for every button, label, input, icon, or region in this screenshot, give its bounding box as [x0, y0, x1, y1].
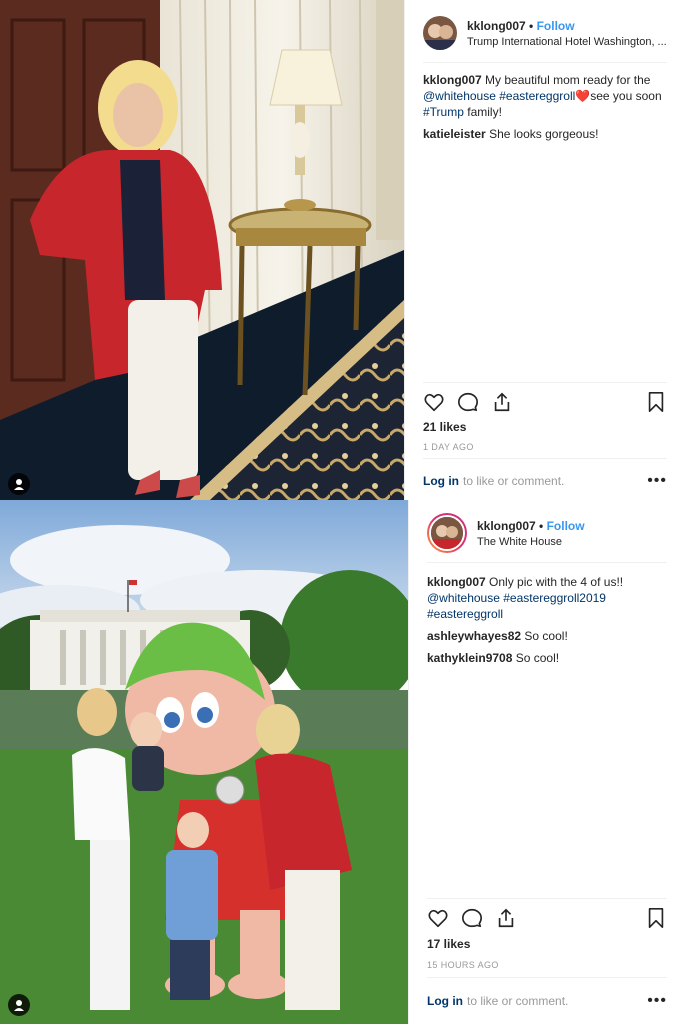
comments-section: kklong007 My beautiful mom ready for the…: [423, 72, 669, 148]
username[interactable]: kklong007: [467, 19, 526, 33]
post-1-photo[interactable]: [0, 0, 404, 500]
like-count[interactable]: 21 likes: [423, 420, 466, 434]
comment: ashleywhayes82 So cool!: [427, 628, 669, 644]
actions-divider: [423, 382, 667, 383]
caption: kklong007 My beautiful mom ready for the…: [423, 72, 669, 120]
caption-text-3: family!: [467, 105, 502, 119]
post-2-sidebar: kklong007 • Follow The White House kklon…: [408, 500, 683, 1024]
header-divider: [423, 62, 667, 63]
user-tag-icon[interactable]: [8, 994, 30, 1016]
post-1-sidebar: kklong007 • Follow Trump International H…: [404, 0, 683, 500]
comment-username[interactable]: kathyklein9708: [427, 651, 512, 665]
login-divider: [427, 977, 667, 978]
caption-username[interactable]: kklong007: [423, 73, 482, 87]
post-2: kklong007 • Follow The White House kklon…: [0, 500, 683, 1024]
comment-text: So cool!: [524, 629, 568, 643]
login-text: to like or comment.: [467, 994, 569, 1008]
comments-section: kklong007 Only pic with the 4 of us!! @w…: [427, 574, 669, 672]
like-count[interactable]: 17 likes: [427, 937, 470, 951]
login-link[interactable]: Log in: [423, 474, 459, 488]
hashtag-link[interactable]: #Trump: [423, 105, 464, 119]
user-tag-icon[interactable]: [8, 473, 30, 495]
login-row: Log in to like or comment. •••: [423, 473, 667, 489]
follow-button[interactable]: Follow: [537, 19, 575, 33]
login-divider: [423, 458, 667, 459]
more-options-icon[interactable]: •••: [647, 993, 667, 1009]
comment-icon[interactable]: [457, 391, 479, 413]
comment-username[interactable]: ashleywhayes82: [427, 629, 521, 643]
mention-link[interactable]: @whitehouse: [423, 89, 496, 103]
comment-text: She looks gorgeous!: [489, 127, 599, 141]
post-header: kklong007 • Follow The White House: [427, 510, 667, 556]
caption-text-2: see you soon: [590, 89, 662, 103]
mention-link[interactable]: @whitehouse: [427, 591, 500, 605]
separator-dot: •: [539, 518, 544, 533]
share-icon[interactable]: [495, 907, 517, 929]
caption-text: My beautiful mom ready for the: [485, 73, 651, 87]
login-row: Log in to like or comment. •••: [427, 993, 667, 1009]
action-bar: [427, 905, 667, 931]
timestamp[interactable]: 1 DAY AGO: [423, 442, 474, 452]
avatar[interactable]: [427, 513, 467, 553]
hashtag-link[interactable]: #eastereggroll: [499, 89, 575, 103]
comment-text: So cool!: [515, 651, 560, 665]
location[interactable]: Trump International Hotel Washington, ..…: [467, 36, 667, 48]
hashtag-link[interactable]: #eastereggroll2019: [503, 591, 606, 605]
bookmark-icon[interactable]: [645, 907, 667, 929]
login-link[interactable]: Log in: [427, 994, 463, 1008]
caption-username[interactable]: kklong007: [427, 575, 486, 589]
caption: kklong007 Only pic with the 4 of us!! @w…: [427, 574, 669, 622]
heart-icon[interactable]: [427, 907, 449, 929]
login-text: to like or comment.: [463, 474, 565, 488]
separator-dot: •: [529, 18, 534, 33]
location[interactable]: The White House: [477, 536, 667, 548]
post-1: kklong007 • Follow Trump International H…: [0, 0, 683, 500]
heart-emoji: ❤️: [575, 89, 591, 103]
share-icon[interactable]: [491, 391, 513, 413]
avatar[interactable]: [423, 16, 457, 50]
header-divider: [427, 562, 667, 563]
comment: katieleister She looks gorgeous!: [423, 126, 669, 142]
post-header: kklong007 • Follow Trump International H…: [423, 10, 667, 56]
follow-button[interactable]: Follow: [547, 519, 585, 533]
comment: kathyklein9708 So cool!: [427, 650, 669, 666]
bookmark-icon[interactable]: [645, 391, 667, 413]
heart-icon[interactable]: [423, 391, 445, 413]
action-bar: [423, 389, 667, 415]
caption-text: Only pic with the 4 of us!!: [489, 575, 624, 589]
more-options-icon[interactable]: •••: [647, 473, 667, 489]
username[interactable]: kklong007: [477, 519, 536, 533]
post-2-image: [0, 500, 408, 1024]
comment-username[interactable]: katieleister: [423, 127, 486, 141]
post-2-photo[interactable]: [0, 500, 408, 1024]
actions-divider: [427, 898, 667, 899]
timestamp[interactable]: 15 HOURS AGO: [427, 960, 499, 970]
post-1-image: [0, 0, 404, 500]
comment-icon[interactable]: [461, 907, 483, 929]
hashtag-link[interactable]: #eastereggroll: [427, 607, 503, 621]
